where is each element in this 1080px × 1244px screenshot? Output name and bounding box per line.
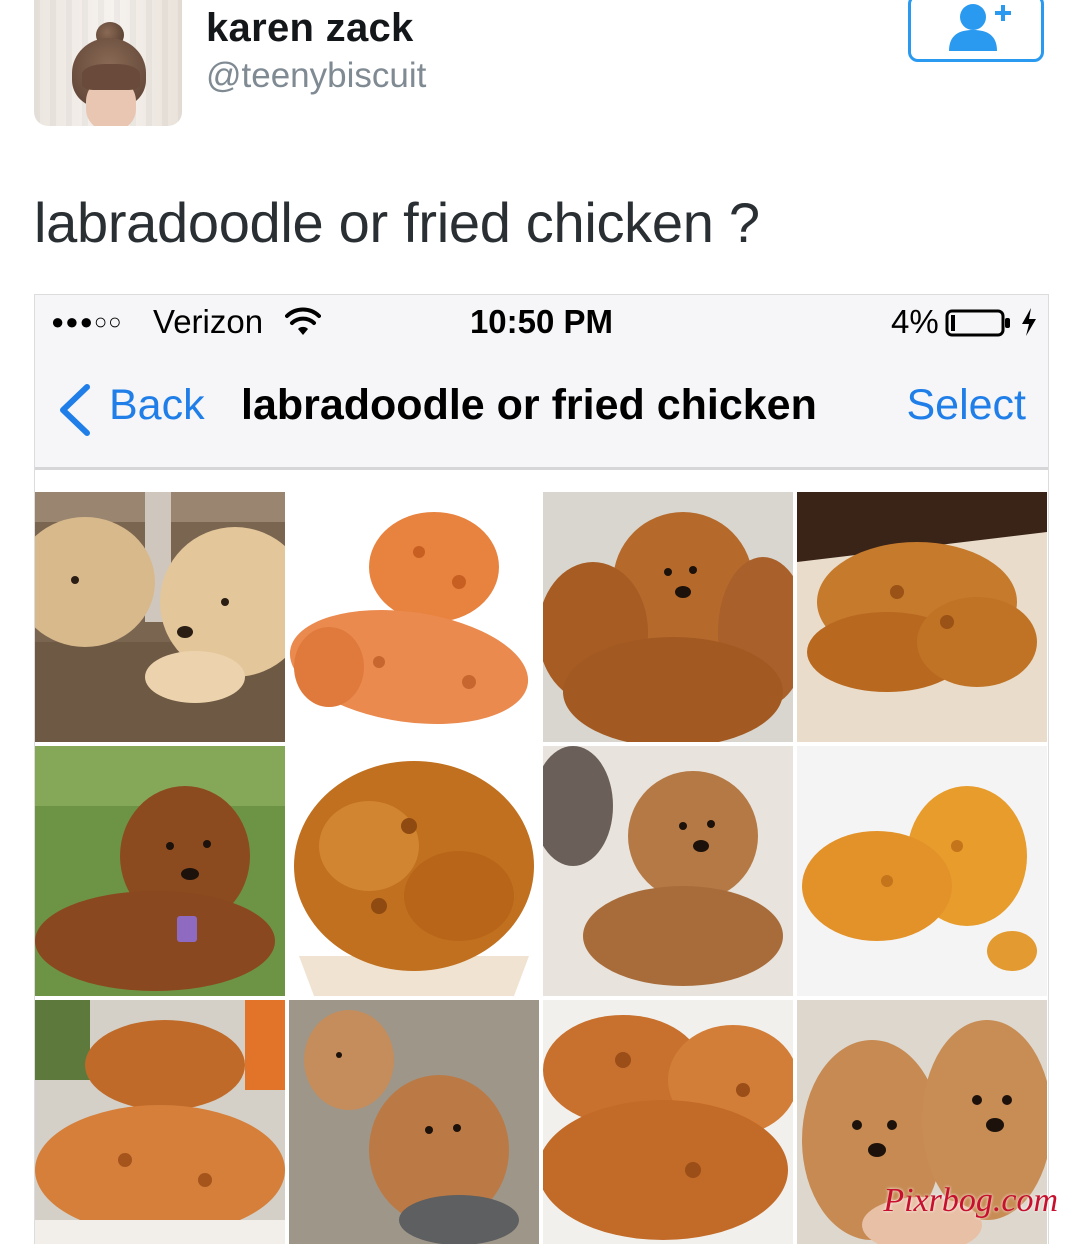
chevron-left-icon — [60, 384, 90, 436]
follow-button[interactable] — [908, 0, 1044, 62]
watermark: Pixrbog.com — [883, 1182, 1058, 1219]
photo-labradoodle[interactable] — [35, 492, 285, 742]
photo-grid — [35, 492, 1048, 1244]
attached-screenshot[interactable]: ●●●○○ Verizon 10:50 PM 4% Back labradood… — [34, 294, 1049, 1244]
author-avatar[interactable] — [34, 0, 182, 126]
add-user-icon — [949, 4, 1011, 51]
battery-percentage: 4% — [891, 303, 939, 340]
photo-fried-chicken[interactable] — [797, 746, 1047, 996]
select-button[interactable]: Select — [906, 381, 1026, 430]
phone-top-bar: ●●●○○ Verizon 10:50 PM 4% Back labradood… — [35, 294, 1048, 470]
author-handle[interactable]: @teenybiscuit — [206, 56, 426, 96]
back-button-label: Back — [109, 381, 205, 429]
photo-fried-chicken[interactable] — [35, 1000, 285, 1244]
author-name[interactable]: karen zack — [206, 6, 414, 51]
photo-labradoodle[interactable] — [289, 1000, 539, 1244]
photo-fried-chicken[interactable] — [797, 492, 1047, 742]
photo-fried-chicken[interactable] — [289, 746, 539, 996]
battery-icon — [945, 309, 1010, 337]
album-title: labradoodle or fried chicken — [241, 381, 817, 429]
tweet-text: labradoodle or fried chicken ? — [34, 191, 760, 254]
photo-labradoodle[interactable] — [543, 746, 793, 996]
status-bar: ●●●○○ Verizon 10:50 PM 4% — [35, 295, 1048, 351]
photo-labradoodle[interactable] — [543, 492, 793, 742]
photo-labradoodle[interactable] — [35, 746, 285, 996]
charging-icon — [1022, 308, 1036, 336]
photo-fried-chicken[interactable] — [543, 1000, 793, 1244]
avatar-bangs — [82, 64, 140, 90]
photo-fried-chicken[interactable] — [289, 492, 539, 742]
